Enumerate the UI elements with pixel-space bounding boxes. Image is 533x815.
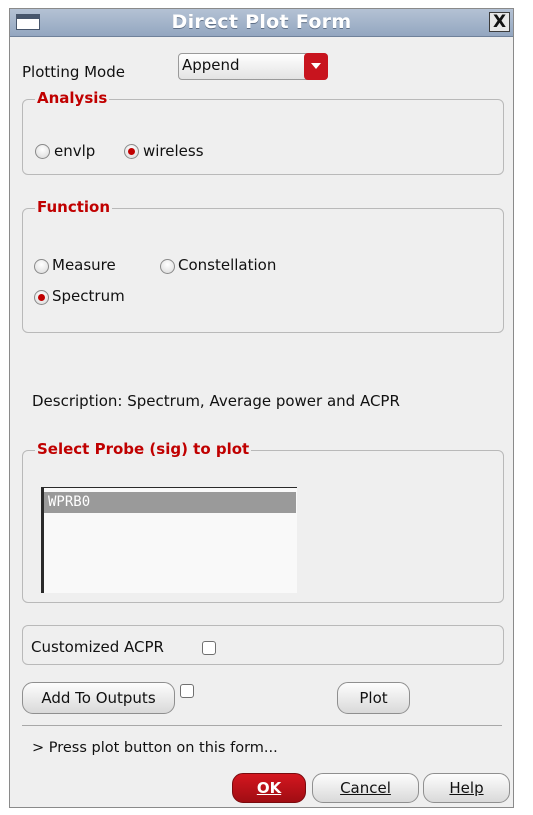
- function-radio-spectrum[interactable]: [34, 290, 49, 305]
- function-option-measure-label: Measure: [52, 256, 116, 274]
- function-option-spectrum-label: Spectrum: [52, 287, 125, 305]
- list-item[interactable]: WPRB0: [44, 492, 296, 513]
- analysis-option-envlp-label: envlp: [54, 142, 96, 160]
- close-button[interactable]: X: [489, 12, 510, 32]
- help-button-label: Help: [449, 779, 484, 797]
- probe-listbox[interactable]: WPRB0: [41, 487, 297, 593]
- function-group: Function Measure Constellation Spectrum: [22, 198, 504, 333]
- function-group-title: Function: [35, 198, 113, 216]
- analysis-radio-wireless[interactable]: [124, 144, 139, 159]
- add-to-outputs-button[interactable]: Add To Outputs: [22, 682, 175, 714]
- add-to-outputs-checkbox[interactable]: [180, 684, 194, 698]
- plotting-mode-dropdown[interactable]: Append: [178, 53, 328, 80]
- analysis-group-title: Analysis: [35, 89, 110, 107]
- cancel-button-label: Cancel: [340, 779, 391, 797]
- function-radio-measure[interactable]: [34, 259, 49, 274]
- help-button[interactable]: Help: [423, 773, 510, 803]
- ok-button-label: OK: [256, 779, 282, 797]
- title-bar[interactable]: Direct Plot Form X: [10, 9, 513, 37]
- window-title: Direct Plot Form: [171, 11, 352, 33]
- status-message: > Press plot button on this form...: [32, 740, 278, 756]
- customized-acpr-checkbox[interactable]: [202, 641, 216, 655]
- plot-button[interactable]: Plot: [337, 682, 410, 714]
- direct-plot-form-window: Direct Plot Form X Plotting Mode Append …: [9, 8, 514, 808]
- description-text: Description: Spectrum, Average power and…: [32, 392, 400, 410]
- function-option-constellation-label: Constellation: [178, 256, 277, 274]
- function-radio-constellation[interactable]: [160, 259, 175, 274]
- analysis-group: Analysis envlp wireless: [22, 89, 504, 175]
- analysis-option-wireless-label: wireless: [143, 142, 204, 160]
- analysis-radio-envlp[interactable]: [35, 144, 50, 159]
- separator: [22, 725, 502, 726]
- cancel-button[interactable]: Cancel: [312, 773, 419, 803]
- customized-acpr-label: Customized ACPR: [31, 638, 164, 656]
- ok-button[interactable]: OK: [232, 773, 306, 803]
- plotting-mode-label: Plotting Mode: [22, 63, 125, 81]
- probe-group-title: Select Probe (sig) to plot: [35, 440, 252, 458]
- chevron-down-icon[interactable]: [304, 53, 328, 80]
- plotting-mode-value: Append: [182, 56, 240, 74]
